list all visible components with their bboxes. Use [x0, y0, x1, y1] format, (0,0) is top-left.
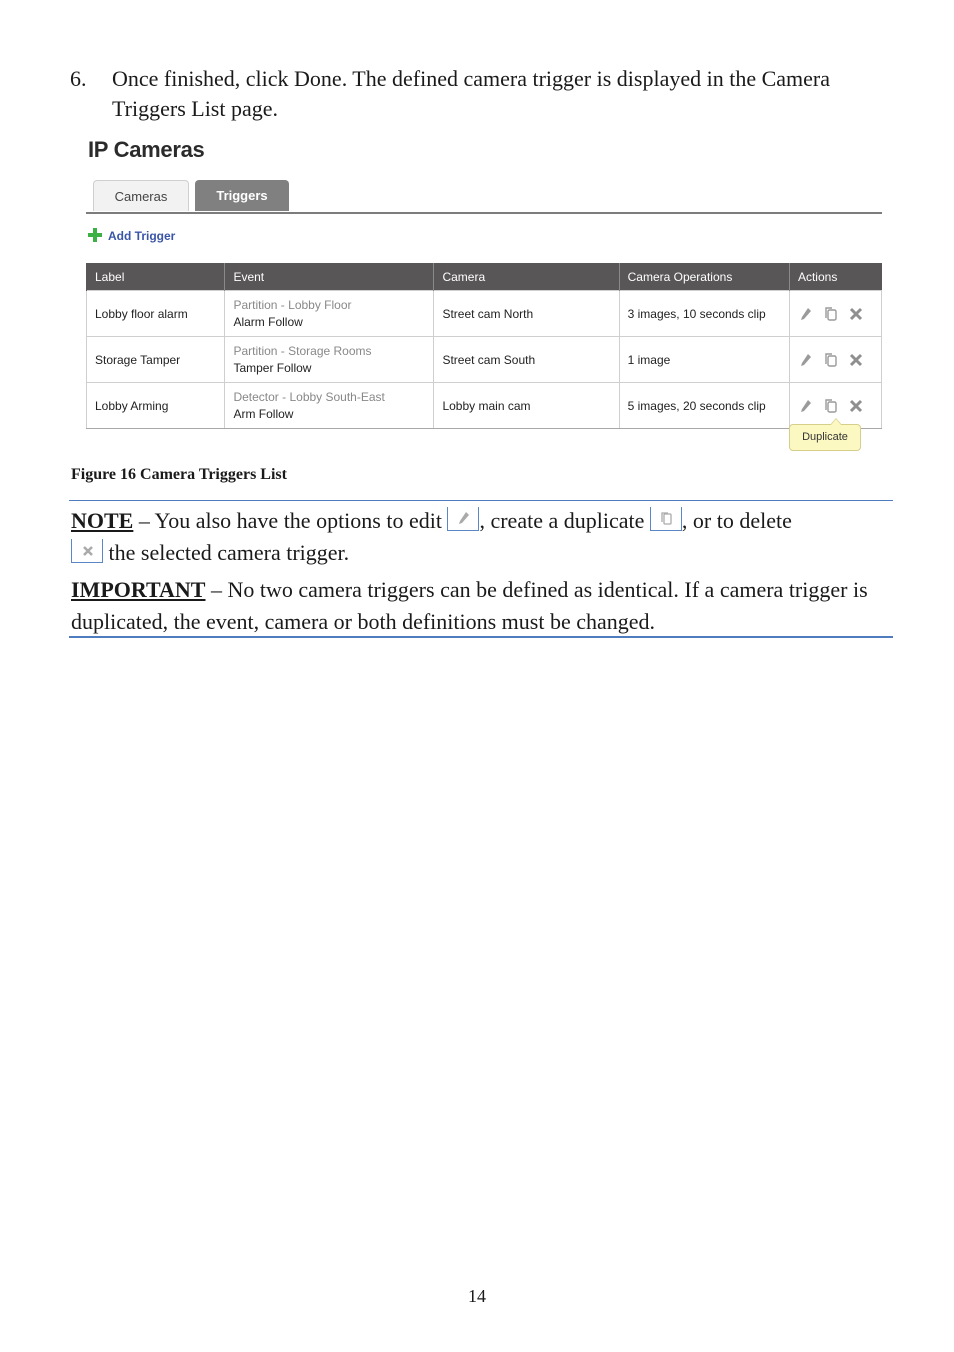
event-type: Alarm Follow [233, 314, 303, 329]
duplicate-icon [649, 507, 682, 531]
delete-button[interactable] [848, 352, 864, 368]
delete-icon [848, 398, 864, 414]
column-header-operations[interactable]: Camera Operations [618, 263, 790, 291]
duplicate-icon [823, 306, 839, 322]
delete-button[interactable] [848, 398, 864, 414]
table-row[interactable]: Storage Tamper Partition - Storage Rooms T… [85, 336, 883, 383]
step-text: Once finished, click Done. The defined c… [112, 66, 830, 121]
cell-event: Partition - Lobby Floor Alarm Follow [224, 290, 435, 337]
edit-icon [798, 398, 814, 414]
page-title: IP Cameras [88, 137, 205, 162]
edit-button[interactable] [798, 352, 814, 368]
event-type: Arm Follow [233, 406, 294, 421]
column-header-label[interactable]: Label [85, 263, 225, 291]
page-number: 14 [468, 1286, 486, 1306]
event-source: Detector - Lobby South-East [233, 389, 385, 404]
cell-label: Lobby floor alarm [85, 290, 226, 337]
triggers-table: Label Event Camera Camera Operations Act… [85, 263, 883, 429]
edit-icon [798, 306, 814, 322]
add-trigger-label: Add Trigger [108, 229, 176, 243]
event-source: Partition - Lobby Floor [233, 297, 352, 312]
table-header-row: Label Event Camera Camera Operations Act… [85, 263, 882, 291]
important-keyword: IMPORTANT [71, 577, 206, 602]
delete-icon [848, 352, 864, 368]
note-text-4: the selected camera trigger. [103, 540, 350, 565]
edit-button[interactable] [798, 398, 814, 414]
note-divider-bottom [69, 636, 893, 638]
edit-icon [798, 352, 814, 368]
column-header-actions: Actions [788, 263, 882, 291]
figure-caption: Figure 16 Camera Triggers List [71, 466, 287, 483]
cell-actions [788, 336, 883, 383]
important-paragraph: IMPORTANT – No two camera triggers can b… [71, 574, 891, 638]
duplicate-tooltip: Duplicate [789, 418, 861, 451]
edit-icon [447, 507, 480, 531]
tab-triggers[interactable]: Triggers [195, 180, 289, 211]
delete-icon [848, 306, 864, 322]
add-trigger-button[interactable]: Add Trigger [88, 227, 175, 245]
note-text-1: – You also have the options to edit [133, 508, 448, 533]
table-row[interactable]: Lobby floor alarm Partition - Lobby Floor… [85, 290, 883, 337]
column-header-event[interactable]: Event [224, 263, 434, 291]
cell-operations: 3 images, 10 seconds clip [618, 290, 790, 337]
column-header-camera[interactable]: Camera [433, 263, 620, 291]
tab-bar: Cameras Triggers [86, 180, 882, 214]
cell-operations: 5 images, 20 seconds clip [618, 382, 790, 429]
duplicate-icon [823, 352, 839, 368]
tab-cameras[interactable]: Cameras [93, 180, 189, 211]
cell-camera: Lobby main cam [433, 382, 620, 429]
duplicate-button[interactable] [823, 306, 839, 322]
cell-label: Lobby Arming [85, 382, 226, 429]
table-row[interactable]: Lobby Arming Detector - Lobby South-East A… [85, 382, 883, 429]
note-keyword: NOTE [71, 508, 134, 533]
event-type: Tamper Follow [233, 360, 312, 375]
cell-actions [788, 290, 883, 337]
cell-label: Storage Tamper [85, 336, 226, 383]
cell-camera: Street cam North [433, 290, 620, 337]
delete-icon [71, 539, 103, 563]
cell-event: Detector - Lobby South-East Arm Follow [224, 382, 435, 429]
note-divider-top [69, 500, 893, 501]
cell-event: Partition - Storage Rooms Tamper Follow [224, 336, 435, 383]
cell-camera: Street cam South [433, 336, 620, 383]
delete-button[interactable] [848, 306, 864, 322]
duplicate-button[interactable] [823, 398, 839, 414]
note-text-2: , create a duplicate [479, 508, 650, 533]
edit-button[interactable] [798, 306, 814, 322]
duplicate-icon [823, 398, 839, 414]
note-text-3: , or to delete [681, 508, 792, 533]
cell-operations: 1 image [618, 336, 790, 383]
step-number: 6. [70, 66, 87, 91]
plus-icon [88, 228, 102, 242]
event-source: Partition - Storage Rooms [233, 343, 372, 358]
duplicate-button[interactable] [823, 352, 839, 368]
note-paragraph: NOTE – You also have the options to edit… [71, 505, 891, 569]
